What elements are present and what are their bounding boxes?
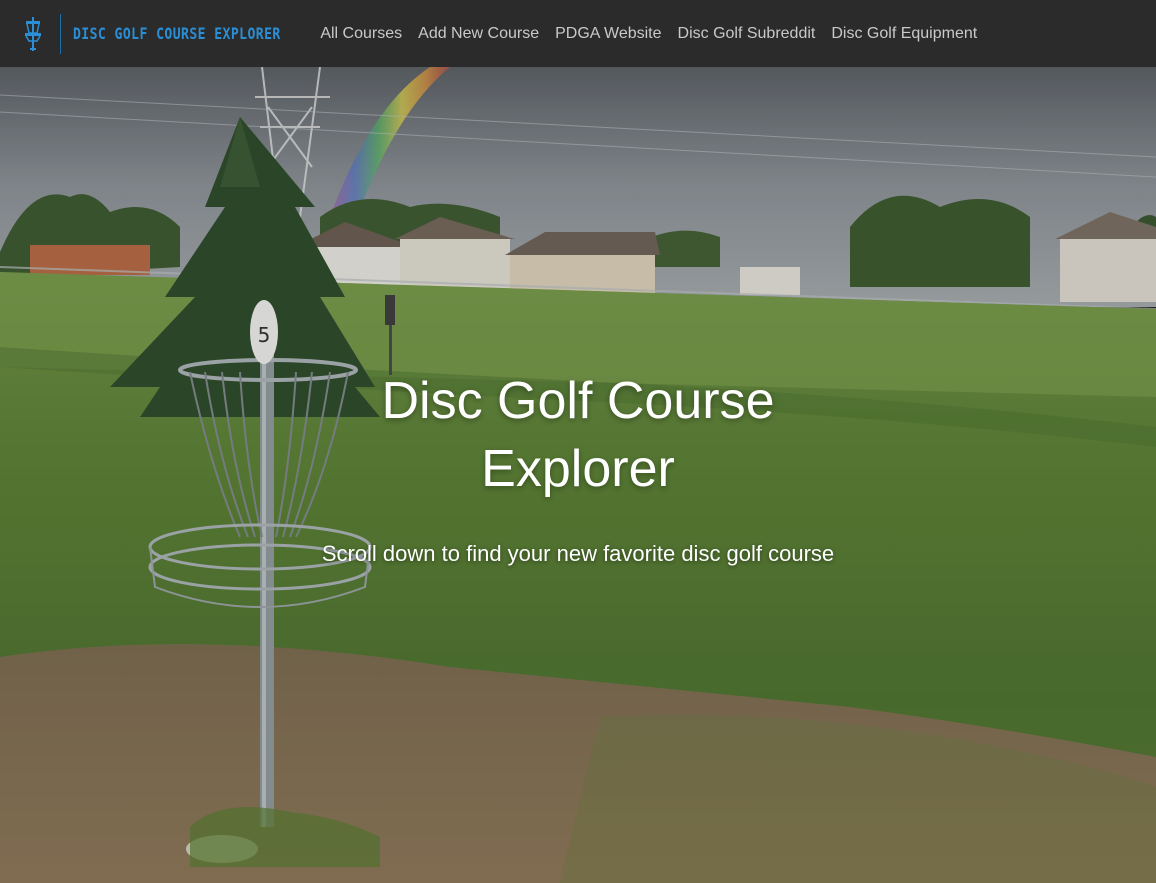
brand-title: Disc Golf Course Explorer — [73, 24, 281, 43]
disc-golf-basket-icon — [25, 16, 41, 51]
hero-subtitle: Scroll down to find your new favorite di… — [321, 541, 835, 566]
nav-link-all-courses[interactable]: All Courses — [312, 25, 410, 43]
brand-logo-link[interactable]: Disc Golf Course Explorer — [24, 0, 326, 67]
nav-link-disc-golf-equipment[interactable]: Disc Golf Equipment — [823, 25, 985, 43]
hero-title: Disc Golf Course Explorer — [381, 372, 775, 498]
nav-links: All Courses Add New Course PDGA Website … — [312, 25, 985, 43]
nav-link-disc-golf-subreddit[interactable]: Disc Golf Subreddit — [670, 25, 824, 43]
nav-link-add-new-course[interactable]: Add New Course — [410, 25, 547, 43]
brand-divider — [60, 13, 61, 54]
navbar: Disc Golf Course Explorer All Courses Ad… — [0, 0, 1156, 67]
hero-content: Disc Golf Course Explorer Scroll down to… — [0, 367, 1156, 569]
nav-link-pdga-website[interactable]: PDGA Website — [547, 25, 669, 43]
hero-section: 5 Disc Golf Course Explorer Scroll down … — [0, 67, 1156, 883]
